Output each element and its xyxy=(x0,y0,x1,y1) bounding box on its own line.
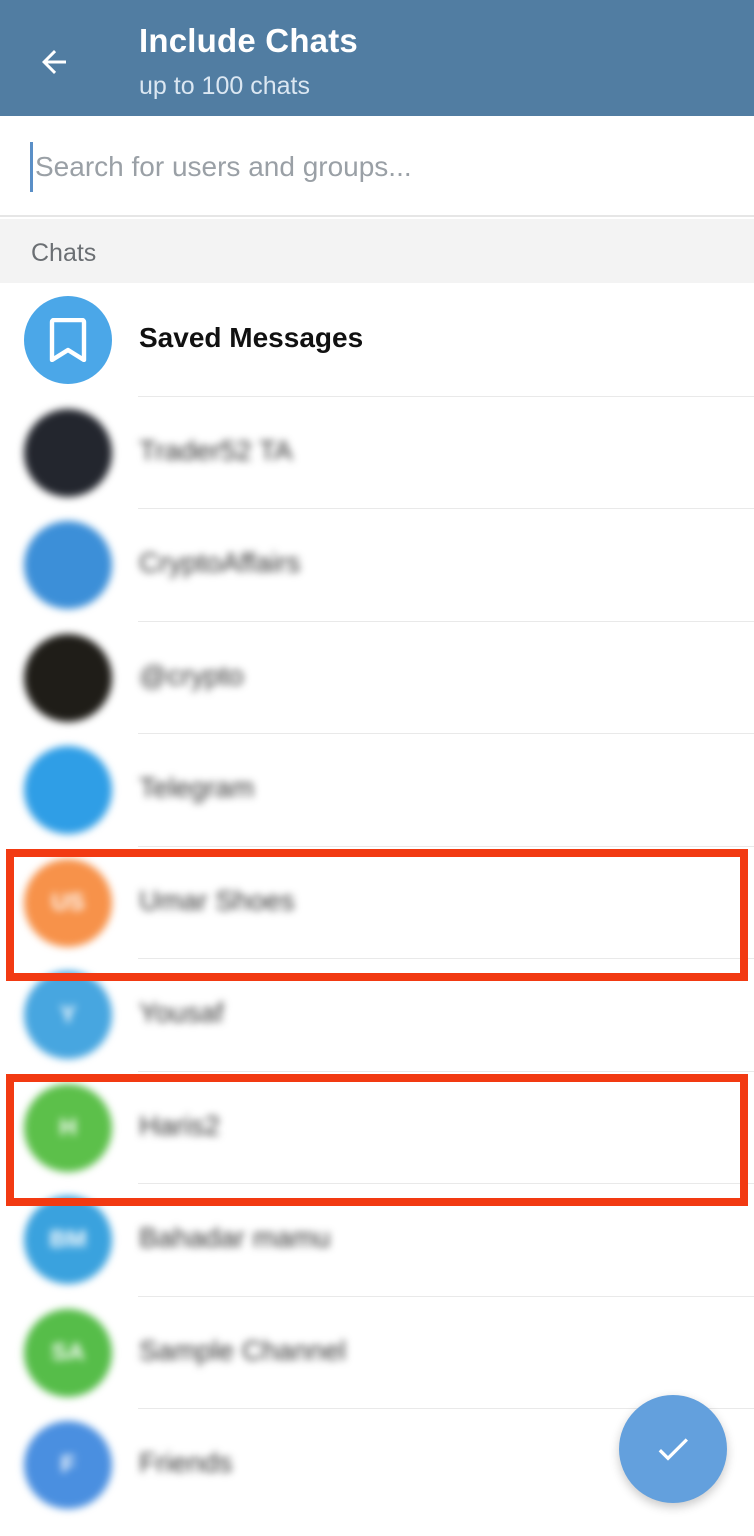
page-title: Include Chats xyxy=(139,22,358,59)
chat-row[interactable]: US Umar Shoes xyxy=(0,847,754,959)
avatar xyxy=(24,408,112,497)
chat-row[interactable]: Telegram xyxy=(0,734,754,847)
avatar xyxy=(24,296,112,384)
chat-row[interactable]: Trader52 TA xyxy=(0,397,754,509)
back-button[interactable] xyxy=(22,30,86,94)
chat-name: Trader52 TA xyxy=(139,434,293,466)
chat-name: Umar Shoes xyxy=(139,884,295,916)
app-header: Include Chats up to 100 chats xyxy=(0,0,754,116)
avatar xyxy=(24,633,112,722)
avatar: Y xyxy=(24,971,112,1059)
chat-row[interactable]: SA Sample Channel xyxy=(0,1297,754,1409)
chat-row[interactable]: BM Bahadar mamu xyxy=(0,1184,754,1297)
chat-name: Friends xyxy=(139,1447,233,1478)
confirm-button[interactable] xyxy=(619,1395,727,1503)
avatar: H xyxy=(24,1083,112,1172)
chat-name: Saved Messages xyxy=(139,322,364,353)
avatar: BM xyxy=(24,1196,112,1284)
avatar-initials: Y xyxy=(59,1001,76,1028)
chat-row[interactable]: H Haris2 xyxy=(0,1072,754,1184)
avatar-initials: US xyxy=(51,888,85,916)
avatar-initials: BM xyxy=(49,1226,87,1253)
chat-name: Telegram xyxy=(139,772,255,803)
search-bar xyxy=(0,116,754,217)
arrow-left-icon xyxy=(42,50,66,74)
chat-name: Sample Channel xyxy=(139,1334,347,1366)
chat-name: Yousaf xyxy=(139,997,224,1028)
chat-name: Haris2 xyxy=(139,1109,220,1141)
section-title: Chats xyxy=(31,239,97,267)
chat-row[interactable]: @crypto xyxy=(0,622,754,734)
chat-name: Bahadar mamu xyxy=(139,1222,331,1253)
chat-row[interactable]: Y Yousaf xyxy=(0,959,754,1072)
chat-name: CryptoAffairs xyxy=(139,547,301,578)
avatar: SA xyxy=(24,1308,112,1397)
avatar-initials: SA xyxy=(51,1338,85,1366)
avatar-initials: F xyxy=(60,1451,76,1478)
chat-row[interactable]: Saved Messages xyxy=(0,284,754,397)
bookmark-icon xyxy=(49,318,87,362)
chat-row[interactable]: CryptoAffairs xyxy=(0,509,754,622)
search-input[interactable] xyxy=(30,142,720,192)
chat-list: Saved Messages Trader52 TA CryptoAffairs @c… xyxy=(0,284,754,1522)
avatar xyxy=(24,746,112,834)
page-subtitle: up to 100 chats xyxy=(139,72,310,100)
checkmark-icon xyxy=(658,1438,688,1461)
avatar: US xyxy=(24,858,112,947)
avatar: F xyxy=(24,1421,112,1509)
avatar-initials: H xyxy=(59,1113,77,1141)
avatar xyxy=(24,521,112,609)
section-header: Chats xyxy=(0,219,754,283)
chat-name: @crypto xyxy=(139,659,244,691)
